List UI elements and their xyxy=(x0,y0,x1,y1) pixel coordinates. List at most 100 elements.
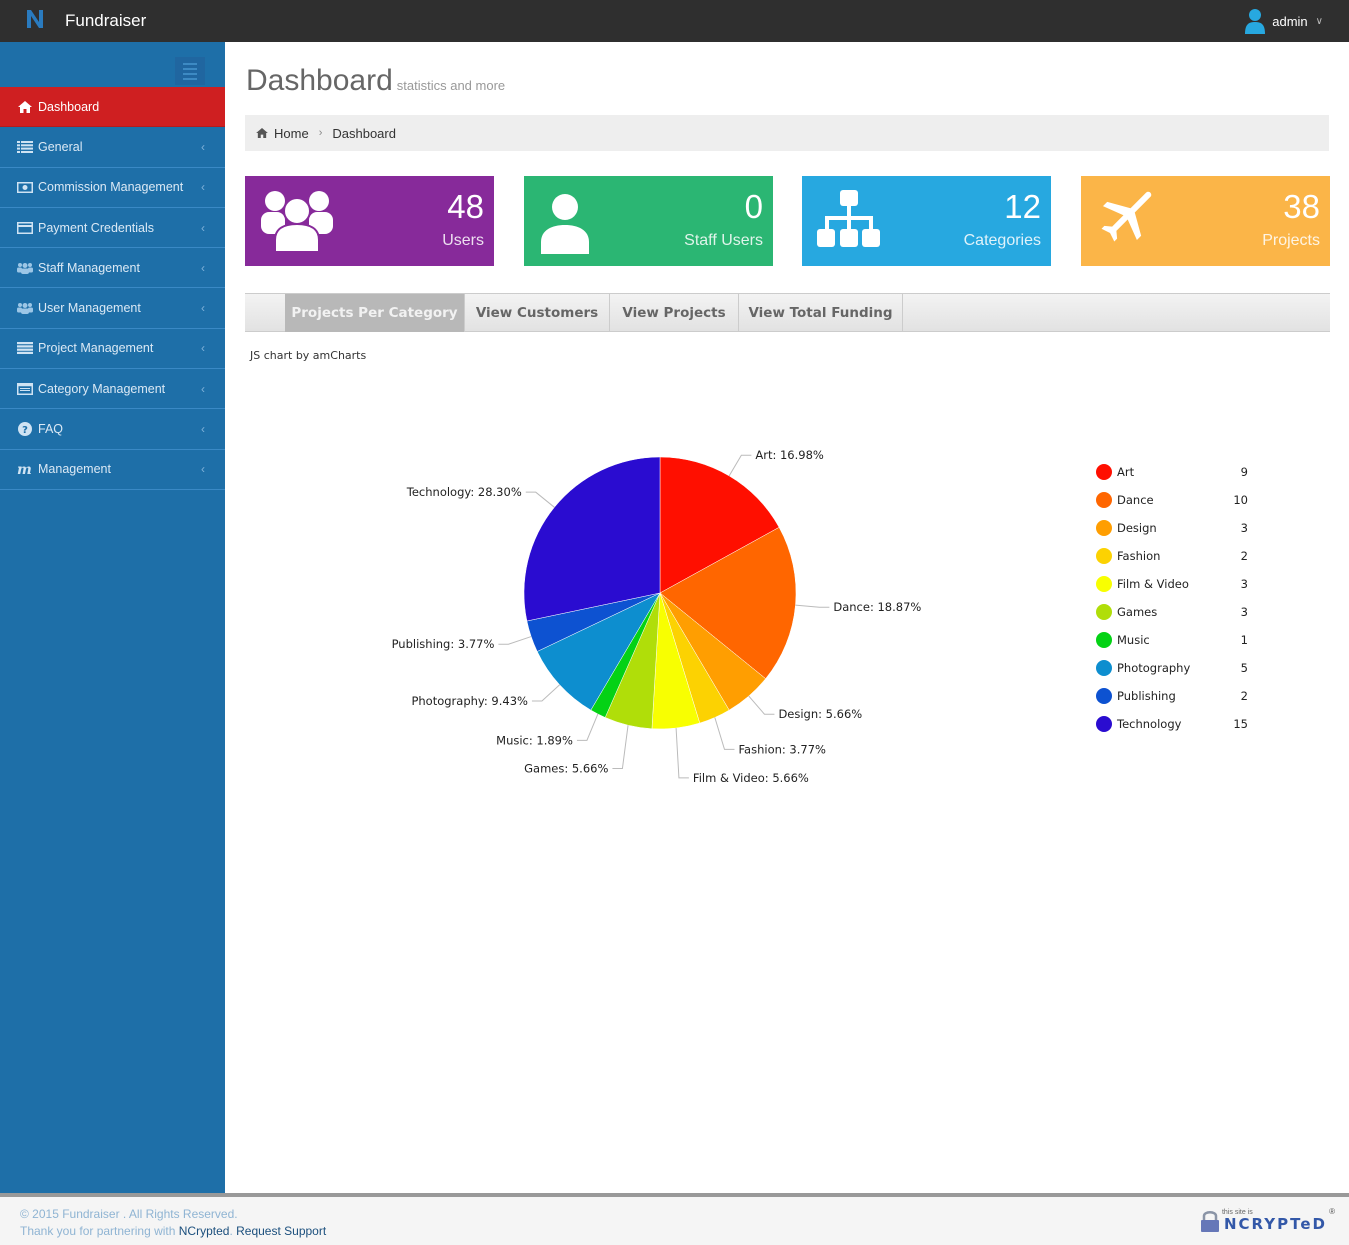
sidebar-item-label: Payment Credentials xyxy=(38,220,155,235)
hamburger-line xyxy=(183,67,197,70)
legend-label: Games xyxy=(1117,605,1158,619)
users-icon xyxy=(261,191,333,253)
chevron-left-icon: ‹ xyxy=(201,139,205,154)
legend-marker xyxy=(1096,548,1112,564)
user-menu[interactable]: admin ∨ xyxy=(1244,7,1323,35)
legend-value: 3 xyxy=(1240,577,1248,591)
pie-data-label: Publishing: 3.77% xyxy=(392,637,495,651)
page-title: Dashboard statistics and more xyxy=(246,64,505,98)
tab-view-projects[interactable]: View Projects xyxy=(610,294,739,332)
user-avatar-icon xyxy=(1245,9,1266,34)
sidebar-item-label: Staff Management xyxy=(38,260,140,275)
sidebar-item-label: FAQ xyxy=(38,422,64,437)
legend-item[interactable]: Games 3 xyxy=(1096,598,1256,626)
legend-marker xyxy=(1096,660,1112,676)
ncrypted-logo-icon[interactable] xyxy=(24,7,46,31)
pie-data-label: Art: 16.98% xyxy=(755,448,824,462)
chevron-left-icon: ‹ xyxy=(201,462,205,477)
sidebar-item-staff-management[interactable]: Staff Management ‹ xyxy=(0,248,225,289)
legend-item[interactable]: Photography 5 xyxy=(1096,654,1256,682)
pie-label-tick xyxy=(498,636,532,645)
sitemap-icon xyxy=(817,190,880,247)
legend-label: Dance xyxy=(1117,493,1154,507)
chevron-left-icon: ‹ xyxy=(201,220,205,235)
page-title-text: Dashboard xyxy=(246,64,393,97)
legend-marker xyxy=(1096,716,1112,732)
ncrypted-badge[interactable]: this site is NCRYPTeD ® xyxy=(1200,1207,1335,1233)
breadcrumb-current: Dashboard xyxy=(332,125,396,141)
sidebar-item-management[interactable]: m Management ‹ xyxy=(0,450,225,490)
sidebar-toggle-button[interactable] xyxy=(175,57,205,85)
sidebar-item-category-management[interactable]: Category Management ‹ xyxy=(0,369,225,410)
sidebar-item-label: Management xyxy=(38,462,111,477)
legend-value: 9 xyxy=(1240,465,1248,479)
amcharts-credit-link[interactable]: JS chart by amCharts xyxy=(250,349,366,362)
pie-label-tick xyxy=(728,454,752,477)
legend-marker xyxy=(1096,520,1112,536)
legend-label: Design xyxy=(1117,521,1157,535)
stat-card-staff-users[interactable]: 0 Staff Users xyxy=(524,176,773,266)
sidebar-item-payment-credentials[interactable]: Payment Credentials ‹ xyxy=(0,208,225,249)
legend-value: 3 xyxy=(1240,521,1248,535)
legend-value: 2 xyxy=(1240,689,1248,703)
svg-text:m: m xyxy=(17,463,32,475)
badge-small-text: this site is xyxy=(1221,1209,1253,1216)
legend-value: 3 xyxy=(1240,605,1248,619)
legend-marker xyxy=(1096,576,1112,592)
window-icon xyxy=(17,382,33,396)
legend-item[interactable]: Music 1 xyxy=(1096,626,1256,654)
request-support-link[interactable]: Request Support xyxy=(236,1224,326,1238)
sidebar-item-project-management[interactable]: Project Management ‹ xyxy=(0,329,225,370)
legend-item[interactable]: Technology 15 xyxy=(1096,710,1256,738)
pie-label-tick xyxy=(714,717,735,750)
registered-mark: ® xyxy=(1329,1207,1335,1216)
m-icon: m xyxy=(17,462,33,476)
sidebar-item-dashboard[interactable]: Dashboard xyxy=(0,87,225,128)
sidebar-item-general[interactable]: General ‹ xyxy=(0,127,225,168)
stat-value: 0 xyxy=(744,188,763,225)
breadcrumb-home-link[interactable]: Home xyxy=(274,126,309,141)
legend-label: Photography xyxy=(1117,661,1191,675)
user-name: admin xyxy=(1272,13,1308,29)
stat-label: Staff Users xyxy=(684,232,763,249)
ncrypted-link[interactable]: NCrypted xyxy=(179,1224,230,1238)
legend-value: 1 xyxy=(1240,633,1248,647)
legend-item[interactable]: Dance 10 xyxy=(1096,486,1256,514)
legend-label: Art xyxy=(1117,465,1135,479)
legend-item[interactable]: Design 3 xyxy=(1096,514,1256,542)
sidebar-item-label: Category Management xyxy=(38,381,166,396)
footer-thanks-text: Thank you for partnering with xyxy=(20,1224,179,1238)
tab-projects-per-category[interactable]: Projects Per Category xyxy=(285,294,465,332)
chart-legend: Art 9 Dance 10 Design 3 Fashion 2 Film & Video 3 G… xyxy=(1096,458,1256,738)
footer-thanks: Thank you for partnering with NCrypted. … xyxy=(20,1224,327,1238)
legend-marker xyxy=(1096,492,1112,508)
sidebar-nav: Dashboard General ‹ Commission Managemen… xyxy=(0,87,225,490)
money-icon xyxy=(17,180,33,194)
chevron-left-icon: ‹ xyxy=(201,301,205,316)
sidebar-item-commission-management[interactable]: Commission Management ‹ xyxy=(0,168,225,208)
sidebar: Dashboard General ‹ Commission Managemen… xyxy=(0,42,225,1193)
stat-card-projects[interactable]: 38 Projects xyxy=(1081,176,1330,266)
pie-data-label: Music: 1.89% xyxy=(496,733,573,747)
tab-view-customers[interactable]: View Customers xyxy=(465,294,610,332)
pie-data-label: Fashion: 3.77% xyxy=(738,742,826,756)
stat-card-categories[interactable]: 12 Categories xyxy=(802,176,1051,266)
legend-item[interactable]: Film & Video 3 xyxy=(1096,570,1256,598)
legend-marker xyxy=(1096,464,1112,480)
legend-value: 10 xyxy=(1233,493,1248,507)
footer-copyright: © 2015 Fundraiser . All Rights Reserved. xyxy=(20,1207,238,1221)
hamburger-line xyxy=(183,62,197,65)
sidebar-item-faq[interactable]: ? FAQ ‹ xyxy=(0,409,225,450)
app-title[interactable]: Fundraiser xyxy=(65,11,146,31)
legend-item[interactable]: Art 9 xyxy=(1096,458,1256,486)
users-icon xyxy=(17,261,33,275)
user-icon xyxy=(541,194,589,254)
stat-card-users[interactable]: 48 Users xyxy=(245,176,494,266)
legend-item[interactable]: Fashion 2 xyxy=(1096,542,1256,570)
legend-item[interactable]: Publishing 2 xyxy=(1096,682,1256,710)
users-icon xyxy=(17,301,33,315)
tab-view-total-funding[interactable]: View Total Funding xyxy=(739,294,903,332)
pie-slice-technology[interactable] xyxy=(523,456,661,622)
sidebar-item-user-management[interactable]: User Management ‹ xyxy=(0,288,225,329)
legend-label: Film & Video xyxy=(1117,577,1189,591)
